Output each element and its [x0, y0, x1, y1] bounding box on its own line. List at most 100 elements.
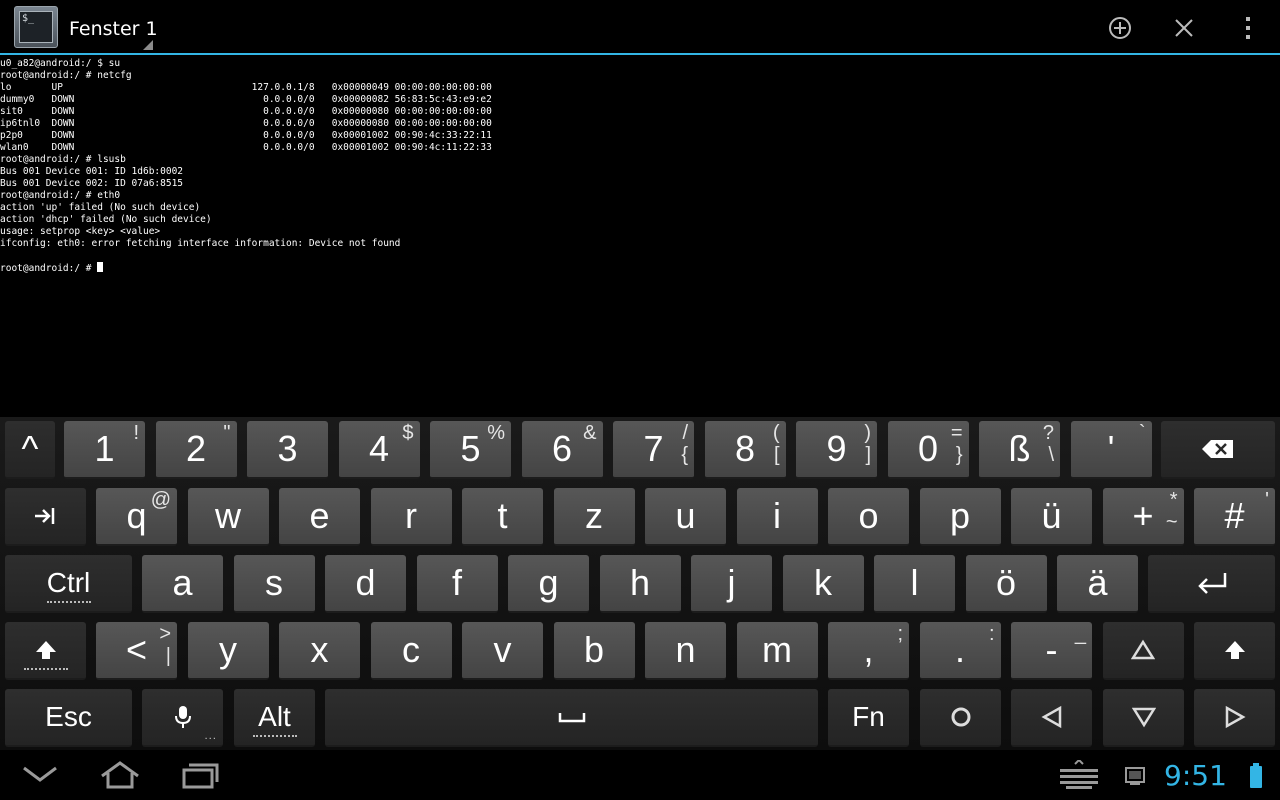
arrow-down-key[interactable] — [1103, 689, 1184, 747]
enter-key[interactable] — [1148, 555, 1275, 613]
key-u[interactable]: u — [645, 488, 726, 546]
window-title[interactable]: Fenster 1 — [69, 18, 158, 40]
key-2[interactable]: 2 " — [155, 421, 237, 479]
key-alt-label: ? — [1042, 422, 1054, 444]
key-alt-label-lower: | — [165, 645, 171, 667]
key-7[interactable]: 7/{ — [613, 421, 694, 479]
terminal-line: wlan0 DOWN 0.0.0.0/0 0x00001002 00:90:4c… — [0, 142, 492, 153]
key-9[interactable]: 9)] — [796, 421, 877, 479]
clock[interactable]: 9:51 — [1164, 759, 1227, 793]
key-8[interactable]: 8([ — [704, 421, 786, 479]
key-a-umlaut[interactable]: ä — [1057, 555, 1138, 613]
key-alt-label-lower: { — [681, 444, 688, 466]
recent-apps-icon — [182, 763, 219, 789]
key-f[interactable]: f — [416, 555, 498, 613]
close-window-button[interactable] — [1166, 10, 1202, 46]
key-fn[interactable]: Fn — [828, 689, 909, 747]
key-6[interactable]: 6 & — [521, 421, 603, 479]
key-h[interactable]: h — [599, 555, 681, 613]
key-y[interactable]: y — [187, 622, 269, 680]
key-e[interactable]: e — [279, 488, 360, 546]
window-selector-indicator[interactable] — [143, 40, 153, 50]
key-alt-label: & — [583, 422, 597, 444]
key-r[interactable]: r — [370, 488, 452, 546]
key-a[interactable]: a — [142, 555, 223, 613]
key-q[interactable]: q @ — [96, 488, 177, 546]
key-caret[interactable]: ^ — [5, 421, 55, 479]
key-alt-label: ` — [1138, 422, 1146, 444]
key-l[interactable]: l — [874, 555, 955, 613]
key-label: u — [675, 495, 696, 536]
key-i[interactable]: i — [736, 488, 818, 546]
space-key[interactable] — [325, 689, 818, 747]
more-options-indicator: ... — [204, 731, 217, 742]
key-x[interactable]: x — [279, 622, 360, 680]
key-label: o — [858, 495, 879, 536]
key-label: d — [355, 562, 376, 603]
arrow-up-key[interactable] — [1102, 622, 1184, 680]
arrow-right-key[interactable] — [1194, 689, 1275, 747]
key-alt-label: " — [223, 422, 231, 444]
key-j[interactable]: j — [691, 555, 772, 613]
circle-icon — [920, 689, 1001, 745]
terminal-app-icon[interactable]: $_ — [14, 6, 58, 48]
keyboard-switch-button[interactable] — [1058, 758, 1100, 794]
key-o[interactable]: o — [828, 488, 909, 546]
key-1[interactable]: 1! — [64, 421, 145, 479]
key-s[interactable]: s — [233, 555, 315, 613]
key-comma[interactable]: ,; — [828, 622, 909, 680]
key-plus[interactable]: + * ~ — [1102, 488, 1184, 546]
key-m[interactable]: m — [736, 622, 818, 680]
key-z[interactable]: z — [553, 488, 635, 546]
back-button[interactable] — [20, 758, 60, 796]
key-g[interactable]: g — [508, 555, 589, 613]
key-ctrl[interactable]: Ctrl — [5, 555, 132, 613]
key-alt[interactable]: Alt — [234, 689, 315, 747]
key-hash[interactable]: # ' — [1194, 488, 1275, 546]
key-w[interactable]: w — [187, 488, 269, 546]
key-p[interactable]: p — [919, 488, 1001, 546]
key-period[interactable]: .: — [919, 622, 1001, 680]
key-esc[interactable]: Esc — [5, 689, 132, 747]
overflow-menu-button[interactable] — [1230, 10, 1266, 46]
key-k[interactable]: k — [782, 555, 864, 613]
key-o-umlaut[interactable]: ö — [965, 555, 1047, 613]
terminal-output[interactable]: u0_a82@android:/ $ su root@android:/ # ne… — [0, 58, 1280, 414]
shift-key[interactable] — [5, 622, 86, 680]
key-alt-label: _ — [1074, 623, 1086, 645]
key-b[interactable]: b — [553, 622, 635, 680]
notification-indicator[interactable] — [1124, 765, 1146, 791]
arrow-left-key[interactable] — [1011, 689, 1092, 747]
key-minus[interactable]: - _ — [1011, 622, 1092, 680]
new-window-button[interactable] — [1102, 10, 1138, 46]
key-alt-label: ; — [897, 623, 903, 645]
key-alt-label: ( — [772, 422, 780, 444]
key-n[interactable]: n — [645, 622, 726, 680]
key-apostrophe[interactable]: ' ` — [1070, 421, 1152, 479]
home-button[interactable] — [98, 758, 142, 796]
key-5[interactable]: 5% — [430, 421, 511, 479]
key-d[interactable]: d — [325, 555, 406, 613]
key-4[interactable]: 4 $ — [338, 421, 420, 479]
key-label: f — [451, 562, 462, 603]
key-alt-label: ! — [133, 422, 139, 444]
hacker-keyboard: ^ 1! 2 " 3 4 $5% 6 & 7/{8([9)] 0 =} ß? \ ' ` q @ w e r t z u i o p… — [0, 417, 1280, 750]
shift-key[interactable] — [1194, 622, 1275, 680]
backspace-key[interactable] — [1161, 421, 1275, 479]
terminal-prompt: root@android:/ # — [0, 263, 98, 274]
key-less-than[interactable]: < > | — [96, 622, 177, 680]
key-u-umlaut[interactable]: ü — [1011, 488, 1092, 546]
key-t[interactable]: t — [462, 488, 543, 546]
tab-key[interactable] — [5, 488, 86, 546]
key-c[interactable]: c — [370, 622, 452, 680]
recent-apps-button[interactable] — [180, 758, 220, 796]
key-3[interactable]: 3 — [247, 421, 328, 479]
key-label: t — [497, 495, 508, 536]
circle-key[interactable] — [920, 689, 1001, 747]
key-label: x — [310, 629, 329, 670]
key-eszett[interactable]: ß? \ — [979, 421, 1060, 479]
key-v[interactable]: v — [462, 622, 543, 680]
key-0[interactable]: 0 =} — [887, 421, 969, 479]
tab-icon — [5, 488, 86, 544]
microphone-key[interactable]: ... — [142, 689, 223, 747]
